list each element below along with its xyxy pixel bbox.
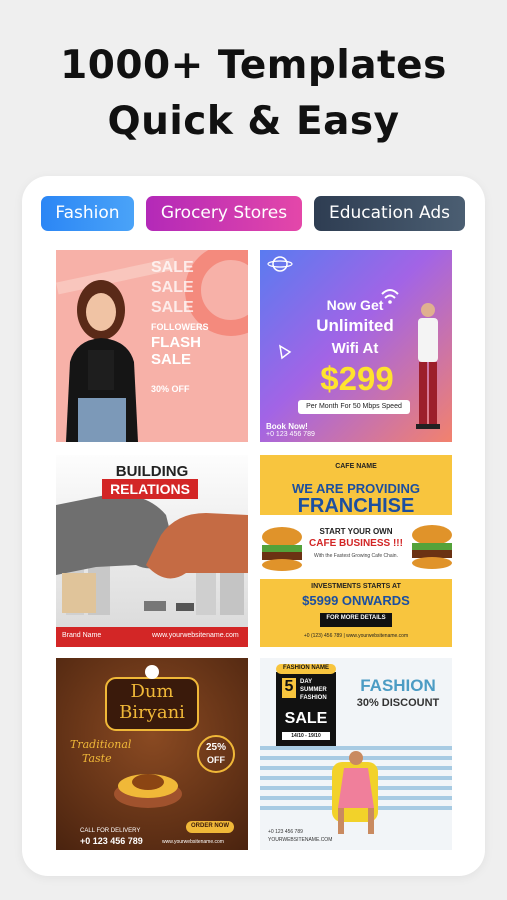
fashion-discount-text: 30% DISCOUNT	[356, 697, 440, 709]
biryani-site: www.yourwebsitename.com	[162, 839, 224, 845]
wifi-phone: +0 123 456 789	[266, 431, 315, 438]
fashion-site: YOURWEBSITENAME.COM	[268, 837, 333, 843]
wifi-line-2: Unlimited	[316, 316, 394, 335]
biryani-line-1: Dum	[130, 681, 174, 702]
biryani-call: CALL FOR DELIVERY	[80, 828, 141, 834]
headline-line-1: 1000+ Templates	[60, 43, 447, 88]
fashion-name-tag: FASHION NAME	[282, 665, 329, 671]
fashion-day-number: 5	[284, 678, 294, 695]
franchise-line-2: FRANCHISE	[297, 495, 415, 517]
template-dum-biryani[interactable]: Dum Biryani Traditional Taste 25% OFF CA…	[56, 658, 248, 850]
wifi-line-1: Now Get	[326, 297, 384, 313]
franchise-footer: +0 (123) 456 789 | www.yourwebsitename.c…	[303, 633, 409, 639]
biryani-order-now: ORDER NOW	[191, 823, 229, 829]
headline: 1000+ Templates Quick & Easy	[0, 38, 507, 150]
category-chip-education-ads[interactable]: Education Ads	[314, 196, 465, 231]
sale-word-3: SALE	[151, 299, 194, 316]
sale-word-2: SALE	[151, 279, 194, 296]
off-label: 30% OFF	[151, 384, 190, 394]
fashion-summer: SUMMER	[300, 687, 327, 693]
sale-word-1: SALE	[151, 259, 194, 276]
template-flash-sale[interactable]: SALE SALE SALE FOLLOWERS FLASH SALE 30% …	[56, 250, 248, 442]
flash-label: FLASH	[151, 334, 201, 351]
headline-line-2: Quick & Easy	[107, 99, 400, 144]
wifi-book-now: Book Now!	[266, 422, 308, 431]
template-wifi[interactable]: Now Get Unlimited Wifi At $299 Per Month…	[260, 250, 452, 442]
biryani-taste: Taste	[82, 752, 112, 765]
building-brand: Brand Name	[62, 632, 102, 639]
franchise-investments: INVESTMENTS STARTS AT	[311, 583, 401, 590]
biryani-traditional: Traditional	[70, 738, 132, 751]
category-chip-fashion[interactable]: Fashion	[41, 196, 134, 231]
category-chip-grocery-stores[interactable]: Grocery Stores	[146, 196, 302, 231]
fashion-title: FASHION	[360, 676, 436, 695]
franchise-line-1: WE ARE PROVIDING	[291, 481, 421, 496]
fashion-day: DAY	[300, 679, 313, 685]
franchise-details-button: FOR MORE DETAILS	[326, 615, 386, 621]
fashion-phone: +0 123 456 789	[268, 829, 303, 835]
app-screen: 1000+ Templates Quick & Easy Fashion Gro…	[0, 0, 507, 900]
building-site: www.yourwebsitename.com	[152, 632, 239, 639]
biryani-discount-pct: 25%	[205, 742, 226, 753]
fashion-small: FASHION	[300, 695, 327, 701]
biryani-phone: +0 123 456 789	[80, 836, 143, 846]
followers-label: FOLLOWERS	[151, 322, 209, 332]
franchise-cafe-name: CAFE NAME	[335, 463, 377, 470]
fashion-sale: SALE	[284, 710, 328, 727]
franchise-fastest: With the Fastest Growing Cafe Chain.	[314, 553, 398, 559]
franchise-start: START YOUR OWN	[319, 527, 393, 536]
template-franchise[interactable]: CAFE NAME WE ARE PROVIDING FRANCHISE STA…	[260, 455, 452, 647]
wifi-price: $299	[320, 360, 394, 397]
building-line-2: RELATIONS	[102, 479, 198, 499]
wifi-line-3: Wifi At	[331, 340, 379, 357]
flash-sale-label: SALE	[151, 351, 192, 368]
template-building-relations[interactable]: BUILDING RELATIONS Brand Name www.yourwe…	[56, 455, 248, 647]
biryani-discount-off: OFF	[207, 755, 225, 765]
wifi-subline: Per Month For 50 Mbps Speed	[298, 400, 410, 414]
franchise-amount: $5999 ONWARDS	[302, 593, 410, 608]
fashion-dates: 14/10 - 19/10	[291, 733, 321, 739]
biryani-line-2: Biryani	[119, 702, 185, 723]
franchise-business: CAFE BUSINESS !!!	[309, 538, 403, 549]
building-line-1: BUILDING	[115, 463, 189, 480]
template-fashion-discount[interactable]: FASHION NAME 5 DAY SUMMER FASHION SALE 1…	[260, 658, 452, 850]
